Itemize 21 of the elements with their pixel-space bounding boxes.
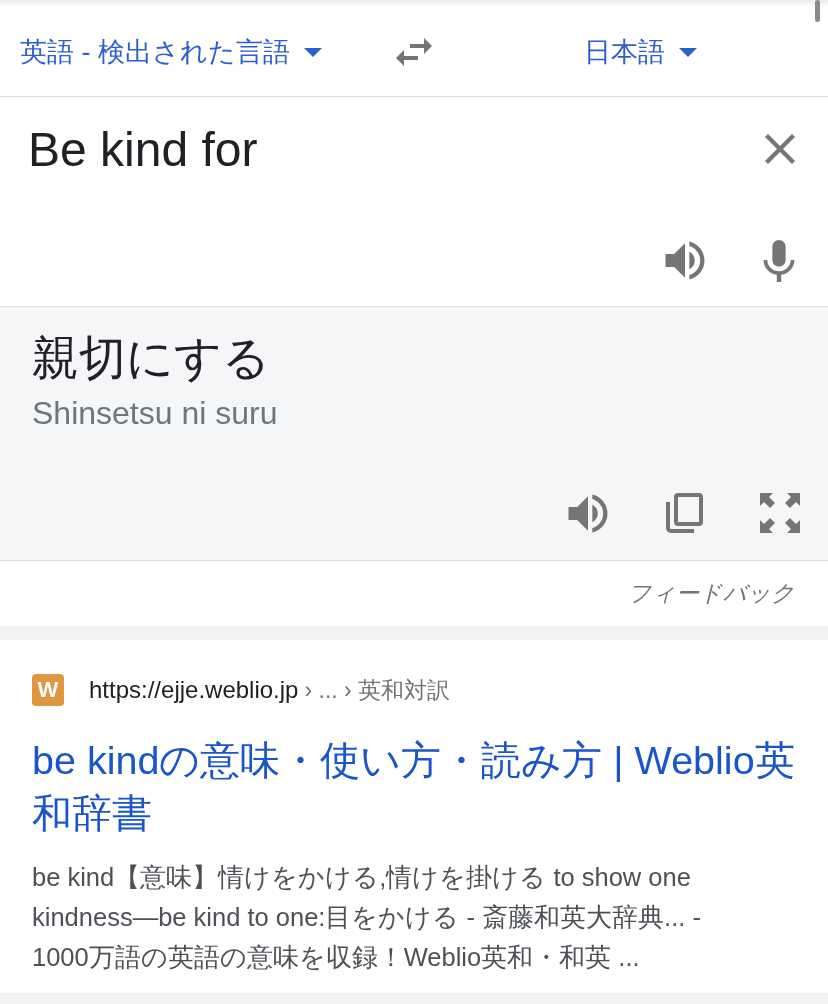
translation-text: 親切にする bbox=[32, 334, 271, 382]
target-language-button[interactable]: 日本語 bbox=[584, 34, 697, 70]
swap-arrows-icon[interactable] bbox=[395, 38, 433, 66]
source-language-button[interactable]: 英語 - 検出された言語 bbox=[20, 34, 322, 70]
speaker-icon[interactable] bbox=[665, 241, 705, 280]
copy-icon[interactable] bbox=[665, 493, 703, 533]
result-snippet: be kind【意味】情けをかける,情けを掛ける to show one kindness—be kind to one:目をかける - 斎藤和英大辞典... - 1000万語の英語の意味を収録！Weblio英和・和英 ... bbox=[32, 862, 702, 973]
result-url[interactable]: https://ejje.weblio.jp bbox=[89, 676, 299, 704]
microphone-icon[interactable] bbox=[763, 239, 795, 282]
speaker-icon[interactable] bbox=[568, 493, 608, 533]
source-text-field[interactable]: Be kind for bbox=[28, 120, 628, 178]
scrollbar-thumb bbox=[815, 0, 820, 22]
close-icon[interactable] bbox=[765, 134, 795, 164]
result-title-link[interactable]: be kindの意味・使い方・読み方 | Weblio英和辞書 bbox=[32, 734, 796, 840]
romanization-text: Shinsetsu ni suru bbox=[32, 396, 279, 430]
caret-icon bbox=[304, 47, 322, 57]
caret-icon bbox=[679, 47, 697, 57]
site-logo: W bbox=[32, 674, 64, 706]
result-breadcrumb: › ... › 英和対訳 bbox=[304, 675, 451, 705]
fullscreen-icon[interactable] bbox=[760, 493, 800, 533]
feedback-link[interactable]: フィードバック bbox=[628, 578, 795, 609]
